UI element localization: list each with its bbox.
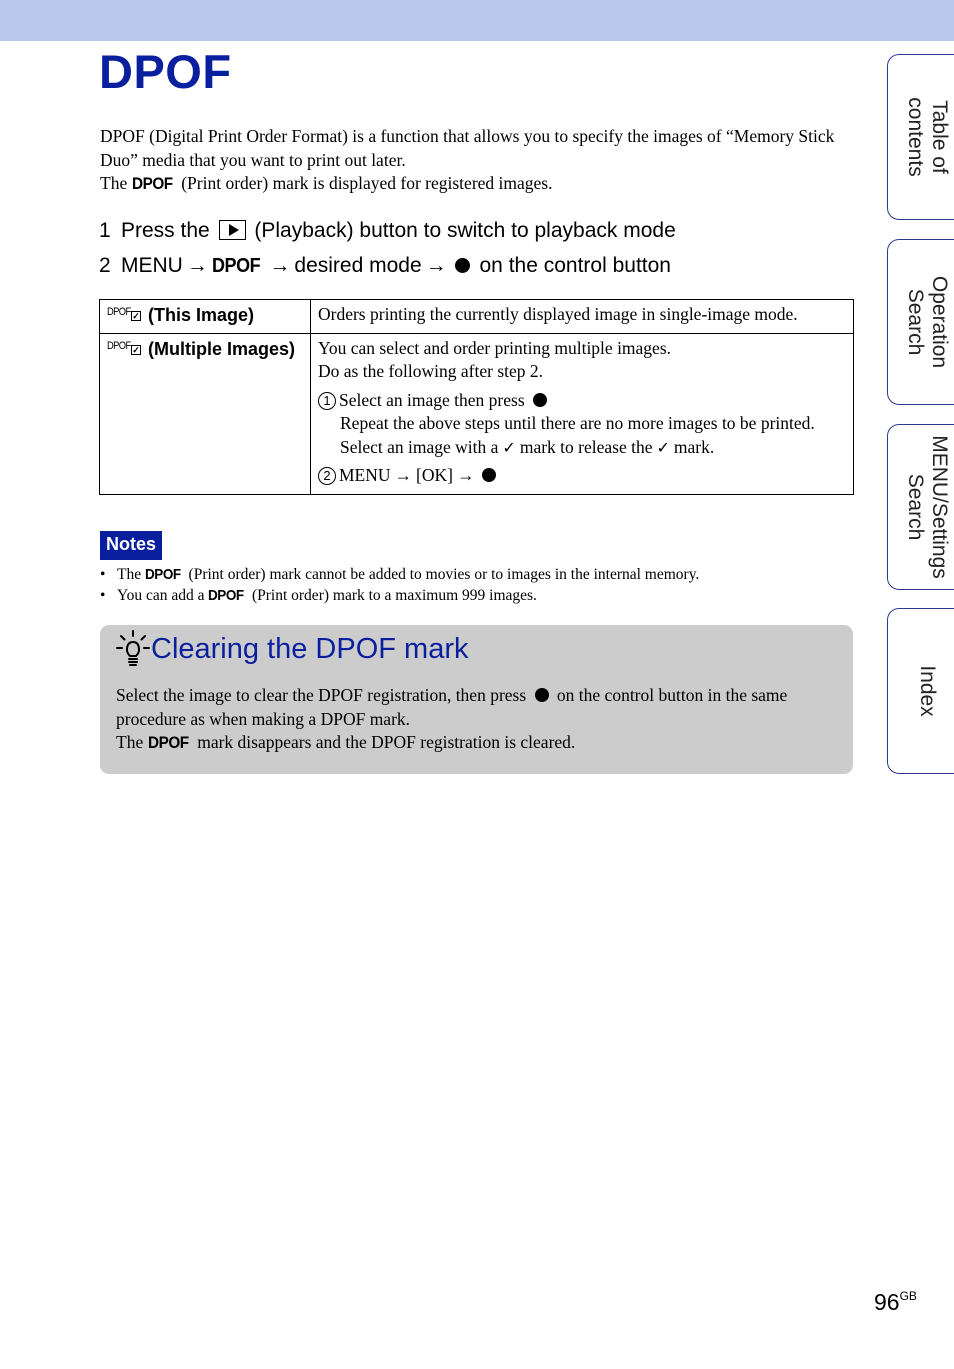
hint-body: Select the image to clear the DPOF regis…	[116, 684, 836, 755]
arrow-right-icon: →	[269, 254, 291, 277]
dpof-mark-icon: DPOF	[208, 587, 245, 604]
table-row: DPOF ✓ (This Image) Orders printing the c…	[99, 299, 854, 334]
control-button-center-icon	[454, 258, 470, 273]
arrow-right-icon: →	[394, 465, 413, 485]
tab-operation-search[interactable]: Operation Search	[887, 239, 954, 405]
steps: 1 Press the (Playback) button to switch t…	[99, 213, 676, 284]
option-desc-cell: Orders printing the currently displayed …	[310, 299, 854, 334]
step-1: 1 Press the (Playback) button to switch t…	[99, 219, 676, 242]
notes-list: The DPOF (Print order) mark cannot be ad…	[100, 564, 699, 606]
control-button-center-icon	[533, 392, 548, 407]
tab-table-of-contents[interactable]: Table of contents	[887, 54, 954, 220]
hint-box: Clearing the DPOF mark Select the image …	[100, 625, 853, 774]
arrow-right-icon: →	[186, 254, 208, 277]
control-button-center-icon	[534, 688, 549, 702]
checkmark-icon: ✓	[656, 437, 670, 457]
dpof-mark-icon: DPOF	[131, 174, 173, 193]
lightbulb-icon	[116, 630, 150, 666]
table-row: DPOF ✓ (Multiple Images) You can select a…	[99, 332, 854, 495]
arrow-right-icon: →	[456, 465, 475, 485]
substep-1: 1 Select an image then press	[318, 389, 846, 413]
option-name-cell: DPOF ✓ (This Image)	[99, 299, 311, 334]
tab-index[interactable]: Index	[887, 608, 954, 774]
circled-number-icon: 2	[318, 467, 336, 485]
arrow-right-icon: →	[425, 254, 447, 277]
circled-number-icon: 1	[318, 391, 336, 410]
option-desc-cell: You can select and order printing multip…	[310, 332, 854, 495]
step-2: 2 MENU → DPOF → desired mode → on the control …	[99, 248, 676, 284]
hint-title: Clearing the DPOF mark	[116, 629, 469, 669]
tab-menu-settings-search[interactable]: MENU/Settings Search	[887, 424, 954, 590]
notes-label: Notes	[100, 531, 163, 560]
header-band	[0, 0, 954, 41]
dpof-mark-icon: DPOF	[147, 733, 189, 752]
checkmark-icon: ✓	[502, 437, 516, 457]
options-table: DPOF ✓ (This Image) Orders printing the c…	[99, 299, 854, 495]
dpof-this-image-icon: DPOF ✓	[107, 306, 141, 321]
note-item: The DPOF (Print order) mark cannot be ad…	[100, 564, 699, 585]
note-item: You can add a DPOF (Print order) mark to…	[100, 585, 699, 606]
option-name-cell: DPOF ✓ (Multiple Images)	[99, 332, 311, 495]
page-title: DPOF	[99, 45, 232, 98]
dpof-mark-icon: DPOF	[144, 566, 181, 583]
playback-icon	[218, 220, 246, 240]
page-number: 96GB	[874, 1289, 917, 1315]
substep-2: 2 MENU → [OK] →	[318, 464, 846, 488]
intro-text: DPOF (Digital Print Order Format) is a f…	[100, 126, 835, 170]
dpof-multiple-images-icon: DPOF ✓	[107, 339, 141, 355]
intro-paragraph: DPOF (Digital Print Order Format) is a f…	[100, 125, 840, 196]
control-button-center-icon	[482, 468, 497, 482]
dpof-mark-icon: DPOF	[211, 255, 261, 277]
